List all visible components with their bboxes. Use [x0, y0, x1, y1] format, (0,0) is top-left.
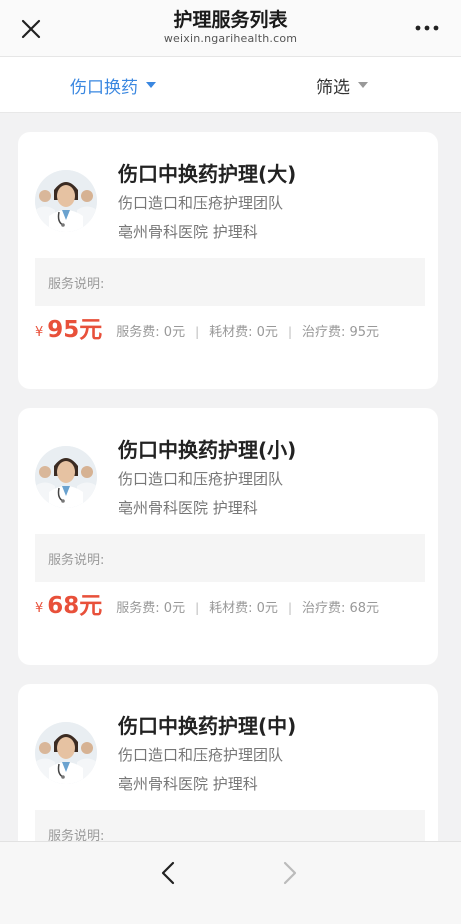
separator: | — [195, 325, 200, 339]
service-description-label: 服务说明: — [48, 828, 105, 842]
chevron-left-icon[interactable] — [158, 860, 180, 886]
service-description: 服务说明: — [35, 258, 425, 306]
more-icon[interactable] — [415, 18, 439, 38]
treatment-fee: 治疗费: 95元 — [301, 325, 380, 340]
caret-down-icon — [146, 82, 156, 88]
service-department: 亳州骨科医院 护理科 — [118, 223, 258, 241]
page-domain: weixin.ngarihealth.com — [163, 32, 298, 45]
service-team: 伤口造口和压疮护理团队 — [118, 470, 284, 488]
service-description-label: 服务说明: — [48, 276, 105, 292]
filter-dropdown[interactable]: 筛选 — [316, 57, 368, 113]
caret-down-icon — [358, 82, 368, 88]
service-card[interactable]: 伤口中换药护理(大) 伤口造口和压疮护理团队 亳州骨科医院 护理科 服务说明: … — [18, 132, 438, 389]
service-title: 伤口中换药护理(小) — [118, 438, 297, 462]
materials-fee: 耗材费: 0元 — [209, 601, 278, 616]
service-title: 伤口中换药护理(大) — [118, 162, 297, 186]
materials-fee: 耗材费: 0元 — [209, 325, 278, 340]
browser-toolbar — [0, 841, 461, 924]
category-label: 伤口换药 — [70, 77, 138, 98]
service-fee: 服务费: 0元 — [116, 601, 186, 616]
service-title: 伤口中换药护理(中) — [118, 714, 297, 738]
separator: | — [287, 325, 292, 339]
category-dropdown[interactable]: 伤口换药 — [70, 57, 156, 113]
service-department: 亳州骨科医院 护理科 — [118, 499, 258, 517]
service-team: 伤口造口和压疮护理团队 — [118, 194, 284, 212]
service-team: 伤口造口和压疮护理团队 — [118, 746, 284, 764]
currency-symbol: ¥ — [35, 601, 44, 616]
title-block: 护理服务列表 weixin.ngarihealth.com — [0, 8, 461, 46]
service-card[interactable]: 伤口中换药护理(中) 伤口造口和压疮护理团队 亳州骨科医院 护理科 服务说明: — [18, 684, 438, 841]
treatment-fee: 治疗费: 68元 — [301, 601, 380, 616]
service-description-label: 服务说明: — [48, 552, 105, 568]
separator: | — [287, 601, 292, 615]
price-line: ¥95元 服务费: 0元 | 耗材费: 0元 | 治疗费: 95元 — [35, 318, 420, 345]
nurse-avatar — [35, 722, 97, 784]
service-description: 服务说明: — [35, 534, 425, 582]
service-description: 服务说明: — [35, 810, 425, 841]
page-title: 护理服务列表 — [173, 9, 288, 31]
price-amount: 68元 — [47, 593, 103, 619]
chevron-right-icon[interactable] — [278, 860, 300, 886]
separator: | — [195, 601, 200, 615]
service-department: 亳州骨科医院 护理科 — [118, 775, 258, 793]
price-amount: 95元 — [47, 317, 103, 343]
service-card[interactable]: 伤口中换药护理(小) 伤口造口和压疮护理团队 亳州骨科医院 护理科 服务说明: … — [18, 408, 438, 665]
price-line: ¥68元 服务费: 0元 | 耗材费: 0元 | 治疗费: 68元 — [35, 594, 420, 621]
service-fee: 服务费: 0元 — [116, 325, 186, 340]
nurse-avatar — [35, 446, 97, 508]
service-list: 伤口中换药护理(大) 伤口造口和压疮护理团队 亳州骨科医院 护理科 服务说明: … — [0, 113, 461, 841]
filter-label: 筛选 — [316, 77, 350, 98]
nurse-avatar — [35, 170, 97, 232]
top-nav-bar: 护理服务列表 weixin.ngarihealth.com — [0, 0, 461, 57]
filter-bar: 伤口换药 筛选 — [0, 57, 461, 113]
currency-symbol: ¥ — [35, 325, 44, 340]
